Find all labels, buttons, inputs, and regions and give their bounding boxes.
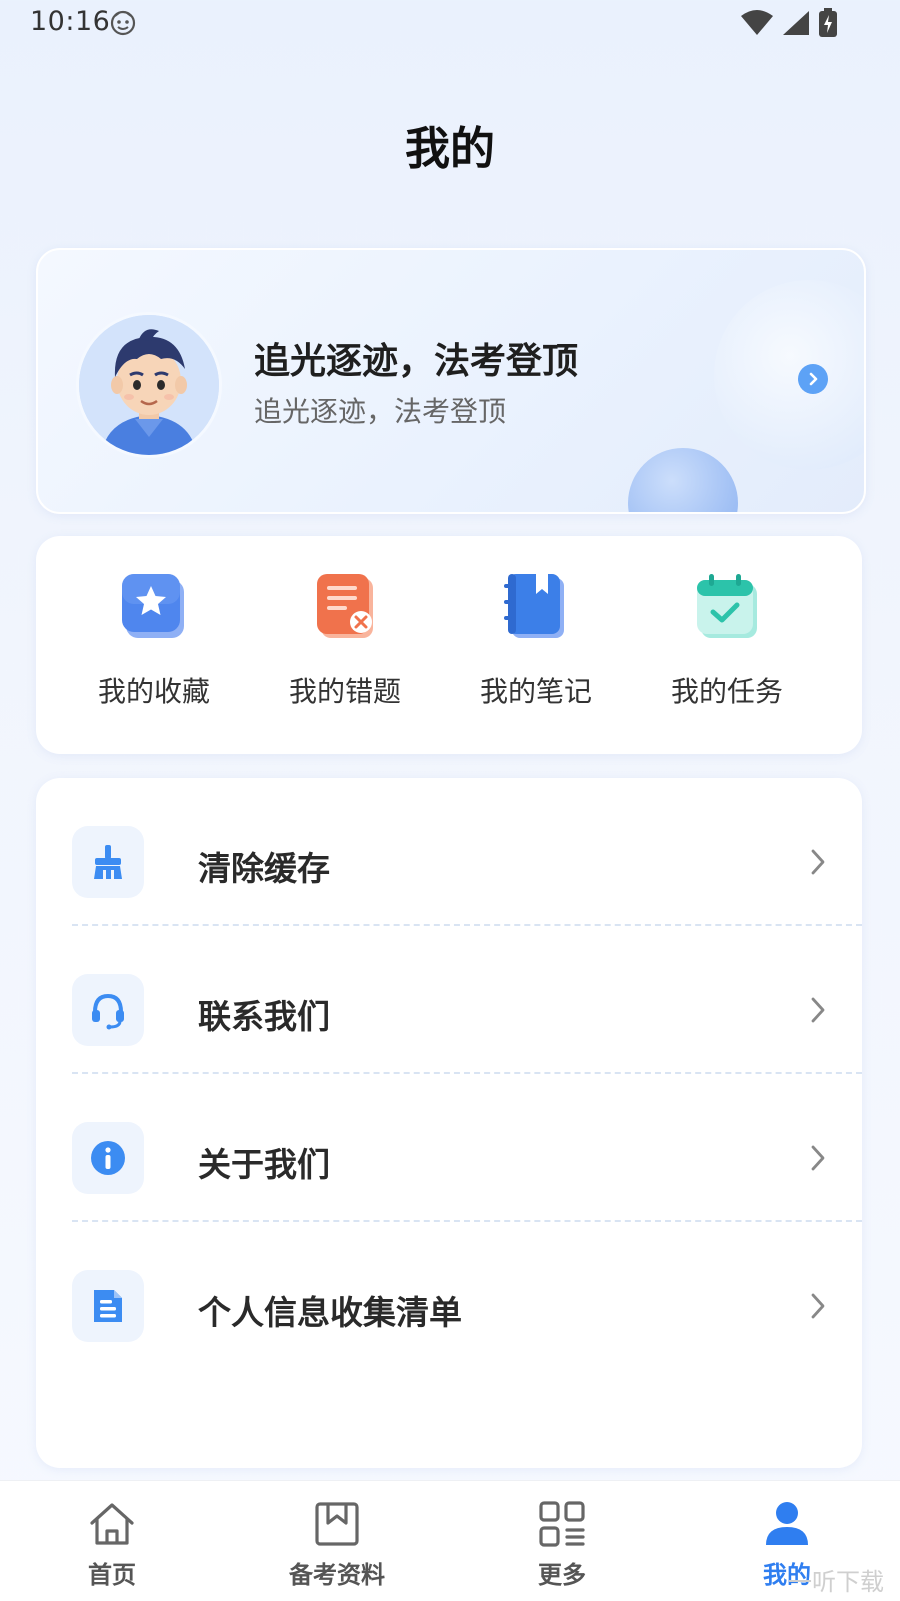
nav-item-more[interactable]: 更多 <box>492 1499 632 1590</box>
signal-icon <box>783 11 809 35</box>
settings-row-contact-us[interactable]: 联系我们 <box>36 926 862 1074</box>
info-icon <box>72 1122 144 1194</box>
status-bar: 10:16 <box>0 0 900 46</box>
quick-action-favorites[interactable]: 我的收藏 <box>79 570 229 730</box>
settings-card: 清除缓存 联系我们 关于我们 个人信息收集清单 <box>36 778 862 1468</box>
quick-action-label: 我的任务 <box>670 675 783 708</box>
decorative-circle <box>714 280 864 470</box>
chevron-right-icon <box>811 849 825 875</box>
settings-row-about-us[interactable]: 关于我们 <box>36 1074 862 1222</box>
quick-actions-card: 我的收藏 我的错题 我的笔记 我的任务 <box>36 536 862 754</box>
nav-item-home[interactable]: 首页 <box>42 1499 182 1590</box>
settings-label: 关于我们 <box>198 1145 330 1184</box>
notebook-icon <box>500 570 572 642</box>
bookmark-icon <box>315 1502 359 1546</box>
profile-subtitle: 追光逐迹，法考登顶 <box>254 395 507 428</box>
nav-label: 备考资料 <box>289 1561 385 1589</box>
document-icon <box>72 1270 144 1342</box>
broom-icon <box>72 826 144 898</box>
user-icon <box>766 1502 808 1545</box>
settings-label: 联系我们 <box>198 997 330 1036</box>
star-icon <box>118 570 190 642</box>
watermark: 一听下载 <box>788 1568 884 1596</box>
settings-row-personal-info-list[interactable]: 个人信息收集清单 <box>36 1222 862 1370</box>
quick-action-notes[interactable]: 我的笔记 <box>461 570 611 730</box>
settings-label: 清除缓存 <box>198 849 330 888</box>
status-time: 10:16 <box>30 6 111 37</box>
profile-arrow-icon[interactable] <box>798 364 828 394</box>
avatar-illustration <box>79 315 219 455</box>
quick-action-label: 我的笔记 <box>479 675 592 708</box>
settings-label: 个人信息收集清单 <box>198 1293 462 1332</box>
quick-action-tasks[interactable]: 我的任务 <box>652 570 802 730</box>
status-indicators <box>740 8 838 38</box>
settings-row-clear-cache[interactable]: 清除缓存 <box>36 778 862 926</box>
grid-icon <box>539 1501 585 1547</box>
page-title: 我的 <box>404 122 495 175</box>
avatar[interactable] <box>76 312 222 458</box>
headset-icon <box>72 974 144 1046</box>
wrong-questions-icon <box>309 570 381 642</box>
calendar-check-icon <box>691 570 763 642</box>
nav-label: 首页 <box>88 1561 136 1589</box>
notification-face-icon <box>110 10 136 36</box>
wifi-icon <box>741 10 773 35</box>
home-icon <box>90 1503 134 1545</box>
quick-action-wrong-questions[interactable]: 我的错题 <box>270 570 420 730</box>
decorative-sphere <box>628 448 738 512</box>
profile-name: 追光逐迹，法考登顶 <box>254 341 579 382</box>
bottom-nav: 首页 备考资料 更多 我的 <box>0 1480 900 1601</box>
profile-card[interactable]: 追光逐迹，法考登顶 追光逐迹，法考登顶 <box>36 248 866 514</box>
nav-label: 更多 <box>538 1561 586 1589</box>
nav-item-study-materials[interactable]: 备考资料 <box>267 1499 407 1590</box>
battery-icon <box>819 8 837 37</box>
quick-action-label: 我的错题 <box>288 675 401 708</box>
quick-action-label: 我的收藏 <box>97 675 210 708</box>
chevron-right-icon <box>811 1293 825 1319</box>
chevron-right-icon <box>811 997 825 1023</box>
chevron-right-icon <box>811 1145 825 1171</box>
